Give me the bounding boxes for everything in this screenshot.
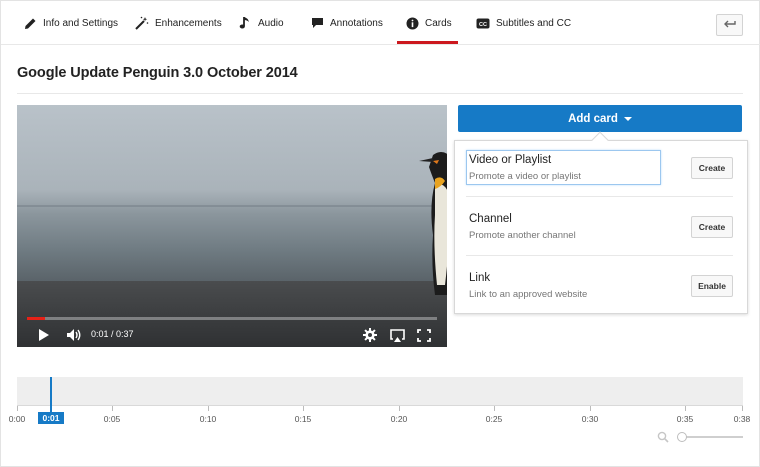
- play-icon: [38, 329, 49, 341]
- music-note-icon: [238, 16, 252, 30]
- caret-down-icon: [623, 116, 632, 121]
- timeline-tick: [208, 406, 209, 411]
- timeline-tick: [303, 406, 304, 411]
- tab-label: Subtitles and CC: [496, 17, 572, 29]
- timeline-tick-label: 0:15: [294, 414, 312, 424]
- timeline-tick: [17, 406, 18, 411]
- video-controls: 0:01 / 0:37: [17, 323, 447, 347]
- card-option-channel[interactable]: Channel Promote another channel Create: [466, 201, 736, 259]
- play-button[interactable]: [35, 326, 51, 344]
- timeline-tick-label: 0:30: [581, 414, 599, 424]
- timeline-tick: [399, 406, 400, 411]
- timeline-tick: [112, 406, 113, 411]
- create-channel-card-button[interactable]: Create: [691, 216, 733, 238]
- menu-divider: [466, 196, 733, 197]
- penguin-image: [419, 152, 447, 295]
- card-option-title: Video or Playlist: [469, 154, 552, 166]
- zoom-slider-track[interactable]: [683, 436, 743, 438]
- volume-button[interactable]: [65, 326, 83, 344]
- timeline-tick-label: 0:00: [8, 414, 26, 424]
- magic-wand-icon: [135, 16, 149, 30]
- speech-bubble-icon: [310, 16, 324, 30]
- card-option-description: Promote a video or playlist: [469, 171, 581, 182]
- svg-text:CC: CC: [479, 21, 487, 27]
- card-option-description: Promote another channel: [469, 230, 576, 241]
- volume-icon: [66, 329, 80, 341]
- tab-label: Info and Settings: [43, 17, 119, 29]
- tab-info-and-settings[interactable]: Info and Settings: [23, 1, 118, 45]
- back-button[interactable]: [716, 14, 743, 36]
- add-card-label: Add card: [568, 112, 618, 125]
- enable-link-card-button[interactable]: Enable: [691, 275, 733, 297]
- timeline-tick: [742, 406, 743, 411]
- tab-label: Cards: [425, 17, 452, 29]
- zoom-icon: [657, 431, 669, 443]
- settings-button[interactable]: [361, 326, 379, 344]
- card-option-title: Link: [469, 272, 491, 284]
- timeline-tick: [685, 406, 686, 411]
- page-title: Google Update Penguin 3.0 October 2014: [17, 65, 298, 81]
- tab-label: Enhancements: [155, 17, 222, 29]
- timeline-playhead[interactable]: [50, 377, 52, 413]
- card-option-link[interactable]: Link Link to an approved website Enable: [466, 260, 736, 318]
- playhead-time-label: 0:01: [38, 412, 64, 424]
- timeline-tick-label: 0:38: [733, 414, 751, 424]
- title-divider: [17, 93, 743, 94]
- timeline-ruler: [17, 405, 743, 406]
- cards-timeline[interactable]: [17, 377, 743, 405]
- tab-subtitles-and-cc[interactable]: CC Subtitles and CC: [476, 1, 571, 45]
- timeline-tick: [494, 406, 495, 411]
- pencil-icon: [23, 16, 37, 30]
- timeline-tick: [590, 406, 591, 411]
- add-card-button[interactable]: Add card: [458, 105, 742, 132]
- tab-enhancements[interactable]: Enhancements: [135, 1, 222, 45]
- video-progress-fill: [27, 317, 45, 320]
- tab-audio[interactable]: Audio: [238, 1, 284, 45]
- tab-cards[interactable]: Cards: [397, 1, 458, 45]
- create-video-card-button[interactable]: Create: [691, 157, 733, 179]
- tab-label: Annotations: [330, 17, 383, 29]
- tab-bar: Info and Settings Enhancements Audio Ann…: [1, 1, 760, 45]
- video-horizon: [17, 205, 447, 207]
- video-player[interactable]: 0:01 / 0:37: [17, 105, 447, 347]
- menu-divider: [466, 255, 733, 256]
- card-option-title: Channel: [469, 213, 512, 225]
- timeline-tick-label: 0:05: [103, 414, 121, 424]
- video-progress-track[interactable]: [27, 317, 437, 320]
- tab-label: Audio: [258, 17, 284, 29]
- fullscreen-icon: [417, 328, 431, 342]
- airplay-button[interactable]: [388, 326, 406, 344]
- card-option-description: Link to an approved website: [469, 289, 588, 300]
- timeline-tick-label: 0:35: [676, 414, 694, 424]
- editor-frame: Info and Settings Enhancements Audio Ann…: [0, 0, 760, 467]
- info-icon: [405, 16, 419, 30]
- timeline-tick-label: 0:20: [390, 414, 408, 424]
- cc-icon: CC: [476, 16, 490, 30]
- timeline-tick-label: 0:10: [199, 414, 217, 424]
- airplay-icon: [389, 328, 405, 342]
- fullscreen-button[interactable]: [415, 326, 433, 344]
- timeline-tick-label: 0:25: [485, 414, 503, 424]
- back-arrow-icon: [723, 16, 736, 34]
- gear-icon: [363, 328, 377, 342]
- video-timecode: 0:01 / 0:37: [91, 329, 134, 339]
- card-option-video-or-playlist[interactable]: Video or Playlist Promote a video or pla…: [466, 142, 736, 200]
- zoom-slider-thumb[interactable]: [677, 432, 687, 442]
- tab-annotations[interactable]: Annotations: [310, 1, 383, 45]
